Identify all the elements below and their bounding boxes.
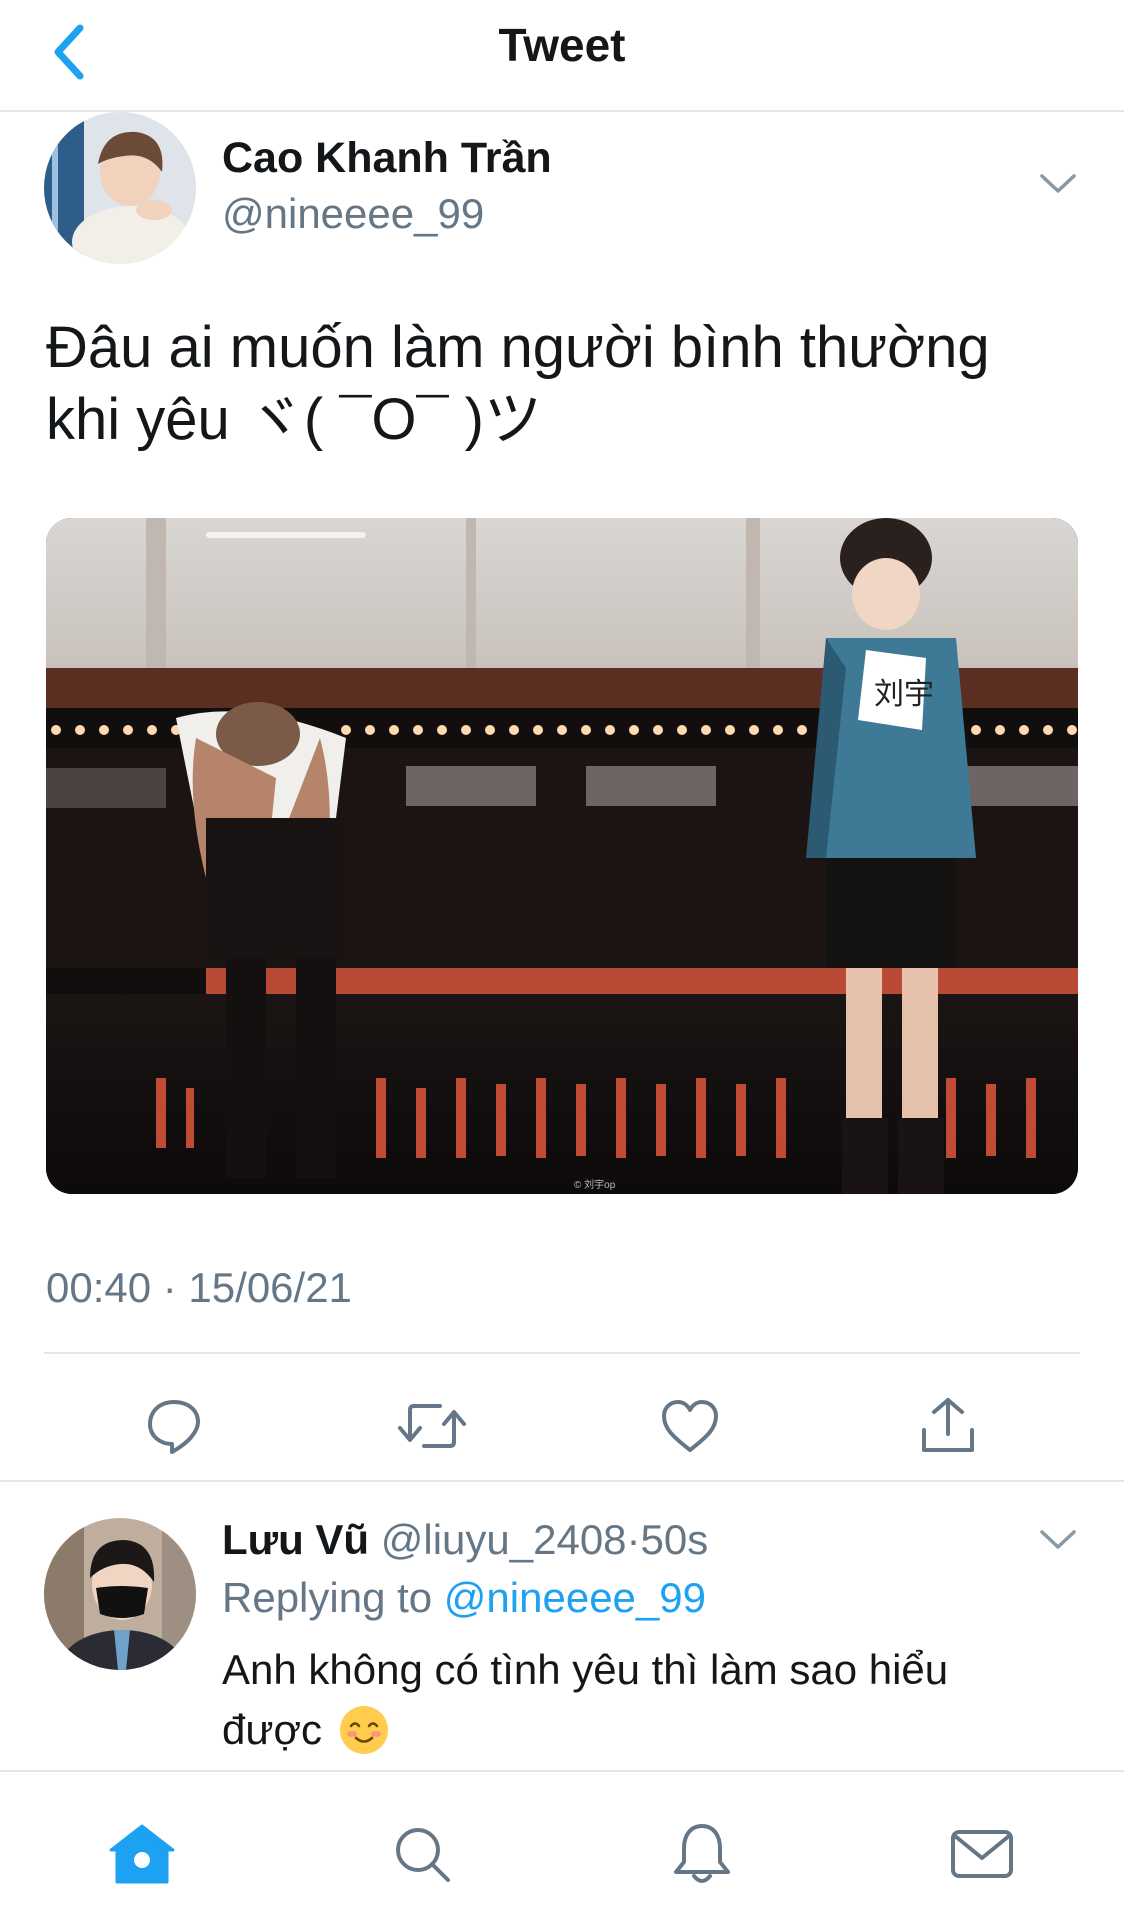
tweet-media-photo[interactable]: 刘宇 © 刘宇op (46, 518, 1078, 1194)
reply-separator: · (626, 1516, 641, 1563)
contestant-badge-text: 刘宇 (874, 677, 934, 712)
reply-text-line: Anh không có tình yêu thì làm sao hiểu (222, 1646, 949, 1693)
reply-time: 50s (640, 1516, 709, 1563)
smiling-face-icon (339, 1706, 388, 1754)
home-icon (109, 1824, 175, 1884)
reply-author-handle[interactable]: @liuyu_2408 (381, 1516, 627, 1563)
top-navigation-bar: Tweet (0, 0, 1124, 112)
replying-to: Replying to @nineeee_99 (222, 1574, 706, 1622)
share-icon (922, 1398, 974, 1452)
divider (0, 1480, 1124, 1482)
reply-author-avatar[interactable] (44, 1518, 196, 1670)
reply-header: Lưu Vũ @liuyu_2408·50s (222, 1516, 708, 1564)
tweet-text-line: khi yêu ヾ( ¯O¯ )ツ (46, 387, 542, 452)
author-handle[interactable]: @nineeee_99 (222, 190, 484, 238)
replying-to-mention[interactable]: @nineeee_99 (444, 1574, 706, 1621)
bell-icon (674, 1824, 730, 1883)
photo-watermark: © 刘宇op (574, 1180, 616, 1191)
mail-icon (951, 1830, 1013, 1878)
heart-icon (662, 1400, 718, 1452)
reply-options-button[interactable] (1028, 1520, 1088, 1560)
tweet-options-button[interactable] (1028, 164, 1088, 204)
tweet-detail-screen: Tweet Cao Khanh Trần @nineeee_99 Đâu ai … (0, 0, 1124, 1920)
tab-home[interactable] (100, 1812, 184, 1896)
reply-button[interactable] (134, 1386, 214, 1466)
chevron-down-icon (1040, 174, 1076, 193)
author-display-name[interactable]: Cao Khanh Trần (222, 134, 552, 183)
retweet-icon (398, 1404, 466, 1448)
share-button[interactable] (908, 1386, 988, 1466)
chevron-down-icon (1040, 1530, 1076, 1549)
tab-notifications[interactable] (660, 1812, 744, 1896)
reply-text: Anh không có tình yêu thì làm sao hiểu đ… (222, 1640, 1082, 1760)
search-icon (396, 1828, 450, 1882)
author-avatar[interactable] (44, 112, 196, 264)
bottom-tab-bar (0, 1770, 1124, 1920)
tab-search[interactable] (380, 1812, 464, 1896)
page-title: Tweet (498, 19, 626, 71)
reply-author-name[interactable]: Lưu Vũ (222, 1516, 369, 1563)
tweet-text: Đâu ai muốn làm người bình thường khi yê… (46, 312, 1086, 456)
divider (44, 1352, 1080, 1354)
comment-icon (148, 1400, 200, 1454)
replying-to-label: Replying to (222, 1574, 444, 1621)
reply-text-line-2-text: được (222, 1706, 323, 1753)
retweet-button[interactable] (392, 1386, 472, 1466)
tweet-timestamp[interactable]: 00:40 · 15/06/21 (46, 1264, 352, 1312)
reply-text-line-2: được (222, 1700, 1082, 1760)
tab-messages[interactable] (940, 1812, 1024, 1896)
tweet-text-line: Đâu ai muốn làm người bình thường (46, 315, 990, 380)
like-button[interactable] (650, 1386, 730, 1466)
